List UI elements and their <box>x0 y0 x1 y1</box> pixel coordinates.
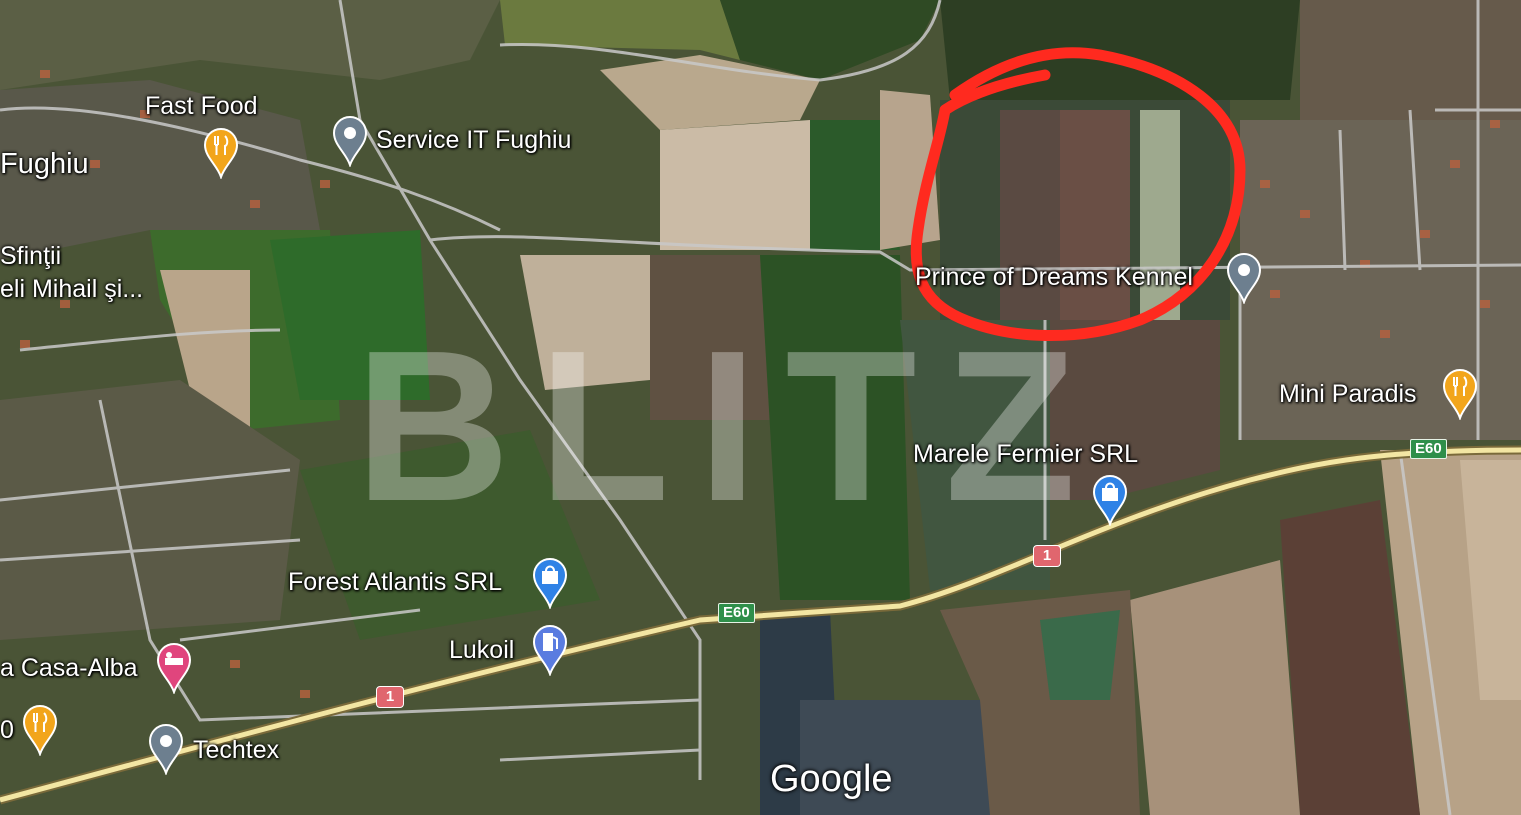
road-shield-e60: E60 <box>718 603 755 623</box>
google-attribution: Google <box>770 758 893 800</box>
location-pin-icon[interactable] <box>332 115 368 167</box>
road-shield-e60: E60 <box>1410 439 1447 459</box>
place-label-prince-of-dreams-kennel[interactable]: Prince of Dreams Kennel <box>915 265 1193 290</box>
restaurant-icon[interactable] <box>1442 368 1478 420</box>
location-pin-icon[interactable] <box>1226 252 1262 304</box>
place-label-zero[interactable]: 0 <box>0 718 14 743</box>
road-shield-route-1: 1 <box>1033 545 1061 567</box>
location-pin-icon[interactable] <box>148 723 184 775</box>
place-label-forest-atlantis[interactable]: Forest Atlantis SRL <box>288 570 502 595</box>
locality-label-fughiu: Fughiu <box>0 148 89 180</box>
satellite-map[interactable]: BLITZ Fast Food Service IT Fughiu Fughiu… <box>0 0 1521 815</box>
hotel-icon[interactable] <box>156 642 192 694</box>
shopping-bag-icon[interactable] <box>532 557 568 609</box>
place-label-casa-alba[interactable]: a Casa-Alba <box>0 656 138 681</box>
place-label-mini-paradis[interactable]: Mini Paradis <box>1279 382 1417 407</box>
shopping-bag-icon[interactable] <box>1092 474 1128 526</box>
place-label-service-it-fughiu[interactable]: Service IT Fughiu <box>376 128 571 153</box>
restaurant-icon[interactable] <box>203 127 239 179</box>
place-label-mihail[interactable]: eli Mihail şi... <box>0 277 143 302</box>
place-label-sfintii[interactable]: Sfinţii <box>0 244 61 269</box>
place-label-marele-fermier[interactable]: Marele Fermier SRL <box>913 442 1138 467</box>
place-label-lukoil[interactable]: Lukoil <box>449 638 514 663</box>
place-label-techtex[interactable]: Techtex <box>193 738 279 763</box>
fuel-station-icon[interactable] <box>532 624 568 676</box>
place-label-fast-food[interactable]: Fast Food <box>145 94 258 119</box>
blitz-watermark: BLITZ <box>355 305 1104 546</box>
restaurant-icon[interactable] <box>22 704 58 756</box>
road-shield-route-1: 1 <box>376 686 404 708</box>
